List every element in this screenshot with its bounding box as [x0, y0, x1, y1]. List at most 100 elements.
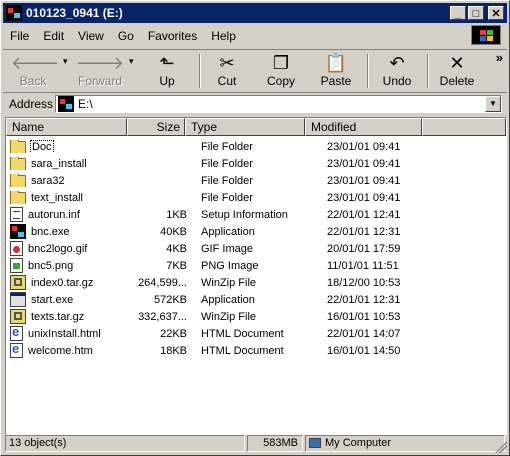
- toolbar-overflow-button[interactable]: »: [496, 50, 503, 65]
- folder-icon: [10, 174, 26, 187]
- menu-favorites[interactable]: Favorites: [141, 29, 204, 43]
- column-type-header[interactable]: Type: [185, 118, 305, 136]
- windows-logo-icon: [471, 25, 501, 45]
- png-image-icon: [10, 258, 23, 273]
- file-type: File Folder: [201, 157, 253, 170]
- column-name-header[interactable]: Name: [6, 118, 127, 136]
- file-size: 264,599...: [138, 276, 187, 289]
- address-dropdown-button[interactable]: ▼: [485, 96, 501, 112]
- paste-button[interactable]: 📋 Paste: [313, 52, 359, 90]
- file-name-cell: sara_install: [6, 157, 131, 170]
- file-name-cell: bnc5.png: [6, 258, 131, 273]
- file-modified: 16/01/01 10:53: [327, 310, 401, 323]
- html-document-icon: [10, 326, 23, 341]
- file-name-cell: welcome.htm: [6, 343, 131, 358]
- file-name-cell: Doc: [6, 140, 131, 153]
- up-button[interactable]: ⬑ Up: [147, 52, 187, 90]
- file-row[interactable]: welcome.htm 18KB HTML Document 16/01/01 14:…: [6, 342, 506, 359]
- close-button[interactable]: ✕: [488, 6, 504, 20]
- resize-grip[interactable]: [495, 441, 507, 453]
- file-modified: 18/12/00 10:53: [327, 276, 401, 289]
- file-row[interactable]: sara32 File Folder 23/01/01 09:41: [6, 172, 506, 189]
- file-row[interactable]: bnc5.png 7KB PNG Image 11/01/01 11:51: [6, 257, 506, 274]
- menu-edit[interactable]: Edit: [36, 29, 71, 43]
- toolbar-separator: [367, 54, 369, 88]
- back-button[interactable]: 🡐 Back: [11, 52, 60, 90]
- bnc-app-icon: [10, 224, 26, 239]
- file-size: 332,637...: [138, 310, 187, 323]
- column-header: Name Size Type Modified: [6, 118, 506, 136]
- file-name-cell: index0.tar.gz: [6, 275, 131, 290]
- status-object-count: 13 object(s): [5, 435, 245, 452]
- file-type: GIF Image: [201, 242, 253, 255]
- file-size: 40KB: [160, 225, 187, 238]
- toolbar-separator: [427, 54, 429, 88]
- menu-file[interactable]: File: [3, 29, 36, 43]
- file-list[interactable]: Name Size Type Modified Doc File Folder 23…: [5, 117, 507, 435]
- file-modified: 22/01/01 12:31: [327, 225, 401, 238]
- file-row[interactable]: texts.tar.gz 332,637... WinZip File 16/01/0…: [6, 308, 506, 325]
- file-row[interactable]: bnc.exe 40KB Application 22/01/01 12:31: [6, 223, 506, 240]
- menu-help[interactable]: Help: [204, 29, 243, 43]
- address-input[interactable]: E:\ ▼: [55, 95, 502, 113]
- file-type: Application: [201, 225, 255, 238]
- file-name: bnc5.png: [28, 259, 74, 272]
- delete-x-icon: ✕: [449, 53, 465, 73]
- folder-icon: [10, 157, 26, 170]
- file-row[interactable]: Doc File Folder 23/01/01 09:41: [6, 138, 506, 155]
- file-modified: 22/01/01 14:07: [327, 327, 401, 340]
- file-type: PNG Image: [201, 259, 259, 272]
- file-name-cell: autorun.inf: [6, 207, 131, 222]
- document-icon: [10, 207, 23, 222]
- file-modified: 11/01/01 11:51: [327, 259, 399, 272]
- minimize-button[interactable]: _: [450, 6, 466, 20]
- forward-dropdown-icon[interactable]: ▾: [129, 56, 134, 67]
- file-type: WinZip File: [201, 276, 257, 289]
- file-name-cell: text_install: [6, 191, 131, 204]
- menu-go[interactable]: Go: [111, 29, 141, 43]
- file-row[interactable]: unixInstall.html 22KB HTML Document 22/01/0…: [6, 325, 506, 342]
- address-bar: Address E:\ ▼: [3, 92, 507, 115]
- file-name: unixInstall.html: [28, 327, 101, 340]
- winzip-icon: [10, 275, 26, 290]
- file-row[interactable]: text_install File Folder 23/01/01 09:41: [6, 189, 506, 206]
- menu-view[interactable]: View: [71, 29, 111, 43]
- file-size: 4KB: [166, 242, 187, 255]
- gif-image-icon: [10, 241, 23, 256]
- file-name-cell: sara32: [6, 174, 131, 187]
- back-dropdown-icon[interactable]: ▾: [63, 56, 68, 67]
- maximize-button[interactable]: □: [468, 6, 484, 20]
- file-name: autorun.inf: [28, 208, 80, 221]
- file-row[interactable]: start.exe 572KB Application 22/01/01 12:31: [6, 291, 506, 308]
- file-modified: 23/01/01 09:41: [327, 191, 401, 204]
- file-modified: 23/01/01 09:41: [327, 140, 401, 153]
- copy-button[interactable]: ❐ Copy: [261, 52, 301, 90]
- title-bar[interactable]: 010123_0941 (E:) _ □ ✕: [3, 3, 507, 23]
- file-row[interactable]: autorun.inf 1KB Setup Information 22/01/01 …: [6, 206, 506, 223]
- back-arrow-icon: 🡐: [11, 53, 60, 73]
- file-name: text_install: [31, 191, 83, 204]
- file-row[interactable]: bnc2logo.gif 4KB GIF Image 20/01/01 17:59: [6, 240, 506, 257]
- clipboard-icon: 📋: [324, 53, 348, 73]
- file-modified: 16/01/01 14:50: [327, 344, 401, 357]
- column-size-header[interactable]: Size: [127, 118, 185, 136]
- menu-bar: File Edit View Go Favorites Help: [3, 25, 507, 47]
- file-name-cell: bnc2logo.gif: [6, 241, 131, 256]
- file-rows: Doc File Folder 23/01/01 09:41 sara_install…: [6, 138, 506, 359]
- forward-button[interactable]: 🡒 Forward: [75, 52, 125, 90]
- file-type: WinZip File: [201, 310, 257, 323]
- file-type: HTML Document: [201, 344, 284, 357]
- delete-button[interactable]: ✕ Delete: [435, 52, 479, 90]
- application-icon: [10, 292, 26, 307]
- file-name: bnc.exe: [31, 225, 70, 238]
- file-name: Doc: [30, 140, 54, 153]
- file-name-cell: start.exe: [6, 292, 131, 307]
- file-row[interactable]: sara_install File Folder 23/01/01 09:41: [6, 155, 506, 172]
- file-name: sara_install: [31, 157, 87, 170]
- column-modified-header[interactable]: Modified: [305, 118, 422, 136]
- undo-button[interactable]: ↶ Undo: [375, 52, 419, 90]
- cut-button[interactable]: ✂ Cut: [209, 52, 245, 90]
- file-row[interactable]: index0.tar.gz 264,599... WinZip File 18/12/…: [6, 274, 506, 291]
- file-type: Setup Information: [201, 208, 288, 221]
- file-size: 1KB: [166, 208, 187, 221]
